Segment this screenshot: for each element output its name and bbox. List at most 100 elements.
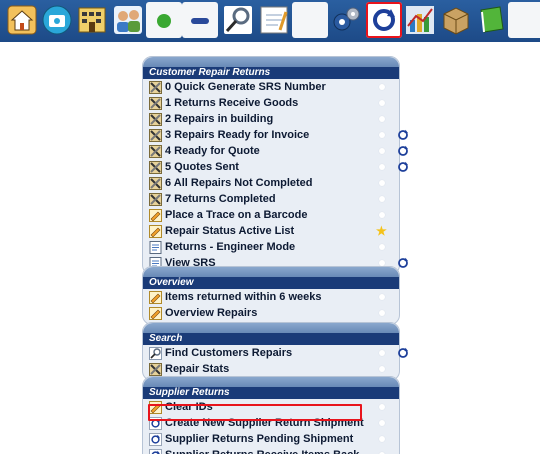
tools-icon: [149, 96, 162, 110]
refresh-icon: [149, 432, 162, 446]
favorite-toggle-icon[interactable]: [379, 84, 385, 90]
menu-item-label: 0 Quick Generate SRS Number: [165, 81, 326, 93]
favorite-toggle-icon[interactable]: [379, 366, 385, 372]
toolbar-book-icon[interactable]: [474, 2, 510, 38]
menu-item-7-returns-completed[interactable]: 7 Returns Completed: [143, 191, 399, 207]
menu-item-6-all-repairs-not-completed[interactable]: 6 All Repairs Not Completed: [143, 175, 399, 191]
panel-overview: Overview Items returned within 6 weeks Ove…: [142, 266, 400, 325]
pencil-icon: [149, 224, 162, 238]
panel-customer-repair-returns: Customer Repair Returns 0 Quick Generate …: [142, 56, 408, 275]
toolbar: [0, 0, 540, 42]
favorite-toggle-icon[interactable]: [379, 100, 385, 106]
menu-item-repair-status-active-list[interactable]: Repair Status Active List ★: [143, 223, 399, 239]
menu-item-label: Place a Trace on a Barcode: [165, 209, 308, 221]
menu-item-create-new-supplier-return-shipment[interactable]: Create New Supplier Return Shipment: [143, 415, 399, 431]
favorite-toggle-icon[interactable]: [379, 180, 385, 186]
favorite-toggle-icon[interactable]: [379, 310, 385, 316]
menu-item-0-quick-generate-srs-number[interactable]: 0 Quick Generate SRS Number: [143, 79, 399, 95]
favorite-toggle-icon[interactable]: [379, 116, 385, 122]
toolbar-notepad-icon[interactable]: [256, 2, 292, 38]
menu-item-label: 4 Ready for Quote: [165, 145, 260, 157]
panel-title: Search: [143, 333, 399, 345]
favorite-toggle-icon[interactable]: [379, 212, 385, 218]
favorite-star-icon[interactable]: ★: [376, 225, 388, 237]
magnifier-icon: [149, 346, 162, 360]
favorite-toggle-icon[interactable]: [379, 436, 385, 442]
panel-header-bar: [143, 323, 399, 333]
panel-title: Overview: [143, 277, 399, 289]
menu-item-1-returns-receive-goods[interactable]: 1 Returns Receive Goods: [143, 95, 399, 111]
refresh-icon[interactable]: [396, 160, 410, 174]
menu-item-supplier-returns-receive-items-back[interactable]: Supplier Returns Receive Items Back: [143, 447, 399, 454]
favorite-toggle-icon[interactable]: [379, 350, 385, 356]
menu-item-label: Returns - Engineer Mode: [165, 241, 296, 253]
menu-item-label: Supplier Returns Receive Items Back: [165, 449, 359, 454]
favorite-toggle-icon[interactable]: [379, 164, 385, 170]
menu-item-label: 1 Returns Receive Goods: [165, 97, 299, 109]
toolbar-gears-icon[interactable]: [328, 2, 364, 38]
menu-item-repair-stats[interactable]: Repair Stats: [143, 361, 399, 377]
menu-item-3-repairs-ready-for-invoice[interactable]: 3 Repairs Ready for Invoice: [143, 127, 408, 143]
menu-item-clear-ids[interactable]: Clear IDs: [143, 399, 399, 415]
favorite-toggle-icon[interactable]: [379, 244, 385, 250]
menu-item-label: 6 All Repairs Not Completed: [165, 177, 313, 189]
toolbar-chart-icon[interactable]: [402, 2, 438, 38]
pencil-icon: [149, 290, 162, 304]
menu-item-find-customers-repairs[interactable]: Find Customers Repairs: [143, 345, 408, 361]
refresh-icon[interactable]: [396, 144, 410, 158]
tools-icon: [149, 160, 162, 174]
toolbar-iso-icon[interactable]: [182, 2, 218, 38]
menu-item-label: Items returned within 6 weeks: [165, 291, 322, 303]
menu-item-label: Repair Stats: [165, 363, 230, 375]
favorite-toggle-icon[interactable]: [379, 132, 385, 138]
panel-search: Search Find Customers Repairs Repair Stats: [142, 322, 408, 381]
toolbar-home-icon[interactable]: [4, 2, 40, 38]
toolbar-box-icon[interactable]: [438, 2, 474, 38]
menu-item-overview-repairs[interactable]: Overview Repairs: [143, 305, 399, 321]
toolbar-google-icon[interactable]: [146, 2, 182, 38]
menu-item-returns-engineer-mode[interactable]: Returns - Engineer Mode: [143, 239, 399, 255]
menu-item-5-quotes-sent[interactable]: 5 Quotes Sent: [143, 159, 408, 175]
menu-item-supplier-returns-pending-shipment[interactable]: Supplier Returns Pending Shipment: [143, 431, 399, 447]
panel-header-bar: [143, 267, 399, 277]
tools-icon: [149, 80, 162, 94]
favorite-toggle-icon[interactable]: [379, 420, 385, 426]
menu-item-label: 2 Repairs in building: [165, 113, 274, 125]
toolbar-users-icon[interactable]: [110, 2, 146, 38]
refresh-icon[interactable]: [396, 346, 410, 360]
toolbar-refresh-icon[interactable]: [366, 2, 402, 38]
toolbar-magnifier-icon[interactable]: [220, 2, 256, 38]
tools-icon: [149, 362, 162, 376]
refresh-icon[interactable]: [396, 128, 410, 142]
tools-icon: [149, 176, 162, 190]
toolbar-phone-icon[interactable]: [39, 2, 75, 38]
menu-item-label: 3 Repairs Ready for Invoice: [165, 129, 310, 141]
toolbar-close-icon[interactable]: [508, 2, 540, 38]
favorite-toggle-icon[interactable]: [379, 294, 385, 300]
refresh-icon: [149, 448, 162, 454]
favorite-toggle-icon[interactable]: [379, 148, 385, 154]
tools-icon: [149, 112, 162, 126]
toolbar-building-icon[interactable]: [74, 2, 110, 38]
menu-item-label: Create New Supplier Return Shipment: [165, 417, 364, 429]
tools-icon: [149, 192, 162, 206]
menu-item-4-ready-for-quote[interactable]: 4 Ready for Quote: [143, 143, 408, 159]
refresh-icon: [149, 416, 162, 430]
pencil-icon: [149, 400, 162, 414]
panel-supplier-returns: Supplier Returns Clear IDs Create New Supp…: [142, 376, 400, 454]
menu-item-2-repairs-in-building[interactable]: 2 Repairs in building: [143, 111, 399, 127]
refresh-icon[interactable]: [396, 256, 410, 270]
tools-icon: [149, 128, 162, 142]
toolbar-opera-data-icon[interactable]: [292, 2, 328, 38]
menu-item-label: Overview Repairs: [165, 307, 258, 319]
panel-title: Supplier Returns: [143, 387, 399, 399]
panel-header-bar: [143, 377, 399, 387]
menu-item-label: Clear IDs: [165, 401, 213, 413]
pencil-icon: [149, 306, 162, 320]
menu-item-items-returned-within-6-weeks[interactable]: Items returned within 6 weeks: [143, 289, 399, 305]
menu-item-place-a-trace-on-a-barcode[interactable]: Place a Trace on a Barcode: [143, 207, 399, 223]
panel-header-bar: [143, 57, 399, 67]
favorite-toggle-icon[interactable]: [379, 196, 385, 202]
favorite-toggle-icon[interactable]: [379, 404, 385, 410]
pencil-icon: [149, 208, 162, 222]
